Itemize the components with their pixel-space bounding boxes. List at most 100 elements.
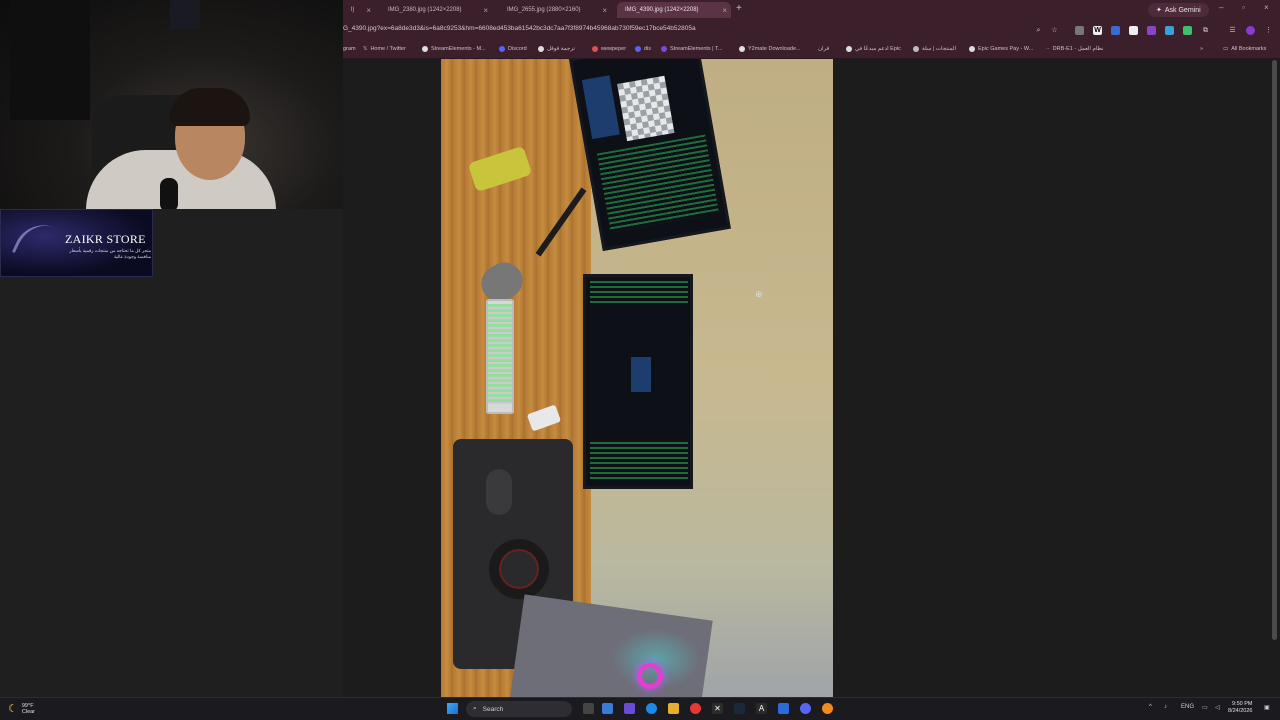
bookmark-item[interactable]: wewpeper bbox=[592, 46, 626, 52]
bookmark-label: Y2mate Downloade... bbox=[748, 46, 801, 52]
date: 8/24/2026 bbox=[1228, 708, 1253, 714]
bookmark-item[interactable]: ترجمة قوقل bbox=[538, 46, 575, 52]
weather-desc: Clear bbox=[21, 708, 36, 715]
close-icon[interactable]: × bbox=[602, 6, 607, 15]
clock[interactable]: 9:50 PM 8/24/2026 bbox=[1228, 701, 1252, 715]
microphone-icon[interactable]: ♪ bbox=[1164, 704, 1167, 710]
moon-icon: ☾ bbox=[8, 703, 18, 715]
bookmarks-overflow-button[interactable]: » bbox=[1200, 46, 1203, 52]
bookmark-label: wewpeper bbox=[601, 46, 627, 52]
task-view-icon[interactable] bbox=[583, 703, 594, 714]
app-icon[interactable]: A bbox=[756, 703, 767, 714]
tab-img-2380[interactable]: IMG_2380.jpg (1242×2208) × bbox=[380, 2, 492, 18]
bookmark-item[interactable]: Y2mate Downloade... bbox=[739, 46, 801, 52]
url-field[interactable]: G_4390.jpg?ex=6a8de3d3&is=6a8c9253&hm=66… bbox=[343, 25, 696, 32]
desk-setup-photo[interactable] bbox=[441, 59, 833, 697]
wikiwand-extension-icon[interactable]: W bbox=[1093, 26, 1102, 35]
dots-icon: ·· bbox=[1046, 46, 1050, 52]
streamelements-icon bbox=[661, 46, 667, 52]
puzzle-icon[interactable]: ⧉ bbox=[1201, 26, 1210, 35]
extension-icon[interactable] bbox=[1165, 26, 1174, 35]
bookmark-item[interactable]: ·· DRB-E1 - نظام العمل bbox=[1046, 46, 1104, 52]
stream-preview bbox=[631, 357, 651, 392]
taskbar: ☾ 99°F Clear ⌕ Search ✕ A ^ ♪ ENG ▭ ◁ 9:… bbox=[0, 697, 1280, 720]
shield-icon[interactable] bbox=[1129, 26, 1138, 35]
desktop: l) × IMG_2380.jpg (1242×2208) × IMG_2655… bbox=[0, 0, 1280, 720]
close-icon[interactable]: × bbox=[483, 6, 488, 15]
all-bookmarks-button[interactable]: ▭ All Bookmarks bbox=[1223, 46, 1266, 52]
keyboard-backlight bbox=[488, 304, 512, 404]
app-icon[interactable] bbox=[778, 703, 789, 714]
feather-logo-icon bbox=[11, 215, 57, 265]
file-explorer-icon[interactable] bbox=[668, 703, 679, 714]
minimize-icon[interactable]: – bbox=[1219, 3, 1223, 12]
tab-label: IMG_2655.jpg (2880×2160) bbox=[507, 7, 581, 13]
tab-img-4390[interactable]: IMG_4390.jpg (1242×2208) × bbox=[617, 2, 731, 18]
tab-label: IMG_4390.jpg (1242×2208) bbox=[625, 7, 699, 13]
bookmark-item[interactable]: StreamElements | T... bbox=[661, 46, 722, 52]
sidebar-icon[interactable]: ☰ bbox=[1228, 26, 1237, 35]
close-icon[interactable]: × bbox=[366, 6, 371, 15]
bookmark-label: StreamElements | T... bbox=[670, 46, 723, 52]
bookmark-item[interactable]: المنتجات | سلة bbox=[913, 46, 956, 52]
app-icon[interactable]: ✕ bbox=[712, 703, 723, 714]
volume-icon[interactable]: ◁ bbox=[1215, 704, 1220, 711]
x-icon: 𝕏 bbox=[363, 46, 368, 52]
ask-gemini-label: Ask Gemini bbox=[1164, 6, 1201, 14]
steam-icon[interactable] bbox=[734, 703, 745, 714]
notification-icon[interactable]: ▣ bbox=[1264, 704, 1270, 711]
menu-icon[interactable]: ⋮ bbox=[1264, 26, 1273, 35]
discord-icon[interactable] bbox=[800, 703, 811, 714]
twitch-extension-icon[interactable] bbox=[1147, 26, 1156, 35]
weather-widget[interactable]: ☾ 99°F Clear bbox=[8, 702, 35, 716]
close-icon[interactable]: × bbox=[722, 6, 727, 15]
bookmark-label: Home / Twitter bbox=[370, 46, 406, 52]
extension-icon[interactable] bbox=[1075, 26, 1084, 35]
scrollbar[interactable] bbox=[1272, 60, 1277, 640]
chrome-icon[interactable] bbox=[690, 703, 701, 714]
weather-text: 99°F Clear bbox=[22, 703, 35, 715]
edge-icon[interactable] bbox=[646, 703, 657, 714]
tab-label: IMG_2380.jpg (1242×2208) bbox=[388, 7, 462, 13]
sidebar-panel bbox=[581, 75, 620, 140]
bookmark-label: DRB-E1 - نظام العمل bbox=[1052, 46, 1104, 52]
screen-footer bbox=[590, 442, 688, 480]
bookmark-item[interactable]: StreamElements - M... bbox=[422, 46, 486, 52]
wallpaper-icon bbox=[592, 46, 598, 52]
bookmark-star-icon[interactable]: ☆ bbox=[1050, 26, 1059, 35]
bookmark-label: StreamElements - M... bbox=[431, 46, 486, 52]
windows-start-icon[interactable] bbox=[447, 703, 458, 714]
new-tab-button[interactable]: + bbox=[736, 3, 742, 14]
tab-img-2655[interactable]: IMG_2655.jpg (2880×2160) × bbox=[499, 2, 611, 18]
ask-gemini-button[interactable]: ✦ Ask Gemini bbox=[1148, 3, 1209, 17]
tab-partial[interactable]: l) × bbox=[343, 2, 375, 18]
language-indicator[interactable]: ENG bbox=[1181, 704, 1194, 710]
rgb-fan bbox=[637, 663, 663, 689]
chevron-up-icon[interactable]: ^ bbox=[1149, 704, 1152, 710]
bookmark-item[interactable]: Discord bbox=[499, 46, 527, 52]
bookmark-item[interactable]: gram bbox=[343, 46, 356, 52]
bookmark-item[interactable]: ادعم مبدعًا في Epic bbox=[846, 46, 901, 52]
profile-avatar[interactable] bbox=[1246, 26, 1255, 35]
streamelements-icon bbox=[422, 46, 428, 52]
maximize-icon[interactable]: ▫ bbox=[1242, 3, 1245, 12]
bookmark-item[interactable]: قران bbox=[818, 46, 829, 52]
bookmark-item[interactable]: dis bbox=[635, 46, 651, 52]
all-bookmarks-label: All Bookmarks bbox=[1231, 46, 1267, 52]
weather-temp: 99°F bbox=[21, 702, 34, 709]
app-icon[interactable] bbox=[822, 703, 833, 714]
webcam-overlay bbox=[0, 0, 343, 209]
bookmark-item[interactable]: 𝕏 Home / Twitter bbox=[363, 46, 406, 52]
network-icon[interactable]: ▭ bbox=[1202, 704, 1208, 711]
search-icon: ⌕ bbox=[473, 705, 477, 712]
wall-frame bbox=[170, 0, 200, 30]
close-window-icon[interactable]: × bbox=[1264, 3, 1269, 12]
search-placeholder: Search bbox=[482, 705, 504, 713]
store-icon[interactable] bbox=[624, 703, 635, 714]
taskbar-search[interactable]: ⌕ Search bbox=[466, 701, 572, 717]
search-icon[interactable]: ⌕ bbox=[1034, 26, 1043, 35]
extension-icon[interactable] bbox=[1183, 26, 1192, 35]
extension-icon[interactable] bbox=[1111, 26, 1120, 35]
bookmark-item[interactable]: Epic Games Pay - W... bbox=[969, 46, 1033, 52]
widgets-icon[interactable] bbox=[602, 703, 613, 714]
